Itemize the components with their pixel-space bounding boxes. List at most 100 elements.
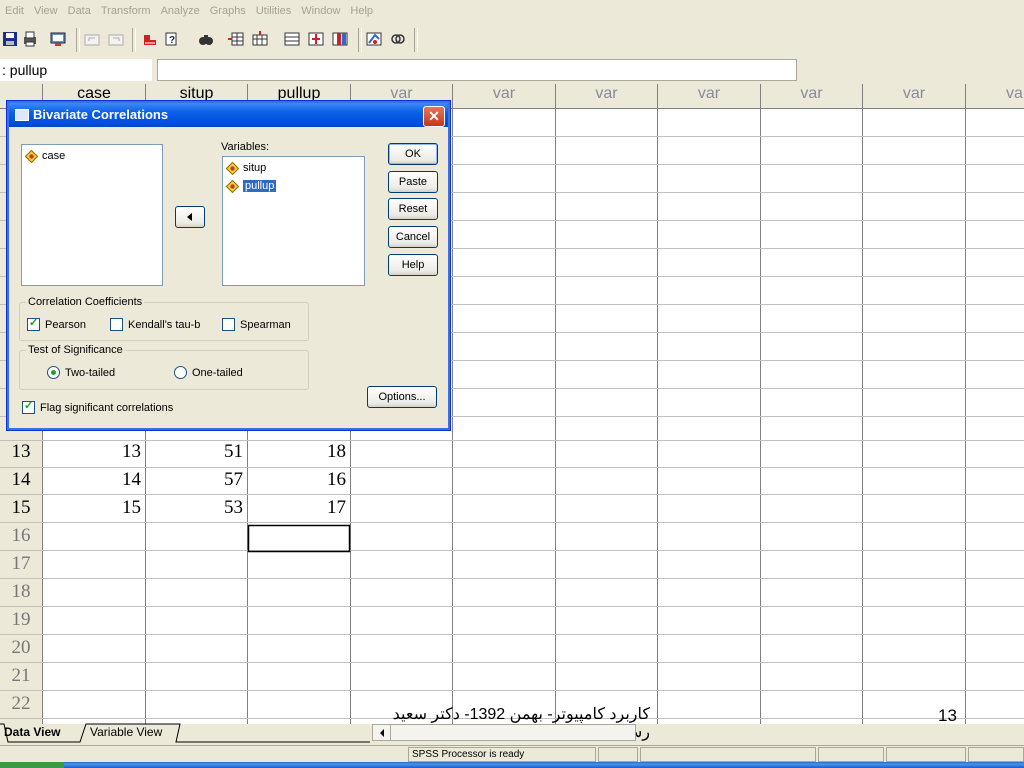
ok-button[interactable]: OK (388, 143, 438, 165)
row-header[interactable]: 22 (0, 693, 42, 715)
undo-icon[interactable] (82, 29, 102, 49)
cell-pullup[interactable]: 18 (248, 441, 350, 463)
cell-situp[interactable]: 51 (146, 441, 247, 463)
insert-case-icon[interactable] (226, 29, 246, 49)
variable-name: case (42, 150, 66, 162)
print-icon[interactable] (20, 29, 40, 49)
status-text: SPSS Processor is ready (408, 747, 596, 762)
row-header[interactable]: 16 (0, 525, 42, 547)
correlation-coefficients-group: Correlation Coefficients ✓ Pearson Kenda… (19, 296, 309, 341)
row-header[interactable]: 19 (0, 609, 42, 631)
dialog-recall-icon[interactable] (48, 29, 68, 49)
row-header[interactable]: 13 (0, 441, 42, 463)
goto-case-icon[interactable] (140, 29, 160, 49)
spearman-checkbox[interactable]: Spearman (222, 318, 291, 331)
window-icon (15, 109, 29, 121)
radio-dot-icon (51, 370, 56, 375)
kendall-checkbox[interactable]: Kendall's tau-b (110, 318, 200, 331)
help-button[interactable]: Help (388, 254, 438, 276)
cancel-button[interactable]: Cancel (388, 226, 438, 248)
dialog-title-bar[interactable]: Bivariate Correlations ✕ (9, 103, 448, 127)
scale-variable-icon (25, 149, 38, 163)
one-tailed-radio[interactable]: One-tailed (174, 366, 243, 379)
test-of-significance-group: Test of Significance Two-tailed One-tail… (19, 344, 309, 390)
cell-case[interactable]: 14 (43, 469, 145, 491)
menu-window[interactable]: Window (296, 5, 345, 17)
tab-variable-view[interactable]: Variable View (90, 725, 162, 739)
insert-variable-icon[interactable] (250, 29, 270, 49)
variables-icon[interactable]: ? (162, 29, 182, 49)
weight-cases-icon[interactable] (306, 29, 326, 49)
toolbar-separator (358, 28, 362, 52)
save-icon[interactable] (0, 29, 20, 49)
start-button[interactable] (0, 762, 64, 768)
menu-analyze[interactable]: Analyze (156, 5, 205, 17)
row-header[interactable]: 20 (0, 637, 42, 659)
paste-button[interactable]: Paste (388, 171, 438, 193)
row-header[interactable]: 17 (0, 553, 42, 575)
view-tabs: Data View Variable View (0, 723, 370, 745)
list-item-selected[interactable]: pullup (226, 178, 277, 194)
windows-taskbar (0, 762, 1024, 768)
find-icon[interactable] (196, 29, 216, 49)
two-tailed-radio[interactable]: Two-tailed (47, 366, 115, 379)
radio-label: Two-tailed (65, 366, 116, 379)
scroll-left-button[interactable] (373, 725, 391, 740)
column-header-var[interactable]: var (863, 84, 965, 108)
cell-situp[interactable]: 53 (146, 497, 247, 519)
menu-edit[interactable]: Edit (0, 5, 29, 17)
column-header-var[interactable]: var (453, 84, 555, 108)
flag-significant-checkbox[interactable]: ✓ Flag significant correlations (22, 400, 173, 414)
toolbar: ? (0, 26, 1024, 58)
cell-situp[interactable]: 57 (146, 469, 247, 491)
options-button[interactable]: Options... (367, 386, 437, 408)
menu-help[interactable]: Help (345, 5, 378, 17)
slide-page-number: 13 (938, 706, 957, 725)
pearson-checkbox[interactable]: ✓ Pearson (27, 317, 86, 331)
variable-name: situp (243, 162, 267, 174)
source-variable-list[interactable]: case (21, 144, 163, 286)
arrow-left-icon (379, 728, 384, 737)
list-item[interactable]: case (25, 148, 65, 164)
cell-case[interactable]: 13 (43, 441, 145, 463)
cell-reference-box[interactable]: : pullup (0, 59, 152, 81)
variables-label: Variables: (221, 141, 270, 153)
status-panel (640, 747, 816, 762)
cell-pullup[interactable]: 17 (248, 497, 350, 519)
menu-graphs[interactable]: Graphs (205, 5, 251, 17)
menu-view[interactable]: View (29, 5, 63, 17)
target-variable-list[interactable]: situp pullup (222, 156, 365, 286)
menu-utilities[interactable]: Utilities (251, 5, 296, 17)
split-file-icon[interactable] (282, 29, 302, 49)
value-labels-icon[interactable] (364, 29, 384, 49)
cell-case[interactable]: 15 (43, 497, 145, 519)
use-sets-icon[interactable] (388, 29, 408, 49)
dialog-title: Bivariate Correlations (33, 107, 169, 122)
menu-transform[interactable]: Transform (96, 5, 156, 17)
select-cases-icon[interactable] (330, 29, 350, 49)
row-header[interactable]: 15 (0, 497, 42, 519)
group-label: Test of Significance (26, 344, 125, 356)
radio-label: One-tailed (192, 366, 243, 379)
row-header[interactable]: 21 (0, 665, 42, 687)
toolbar-separator (414, 28, 418, 52)
column-header-var[interactable]: var (556, 84, 657, 108)
redo-icon[interactable] (106, 29, 126, 49)
list-item[interactable]: situp (226, 160, 266, 176)
status-panel (886, 747, 966, 762)
close-icon[interactable]: ✕ (423, 106, 445, 127)
reset-button[interactable]: Reset (388, 198, 438, 220)
column-header-var[interactable]: va (966, 84, 1024, 108)
column-header-var[interactable]: var (658, 84, 760, 108)
row-header[interactable]: 14 (0, 469, 42, 491)
menu-data[interactable]: Data (63, 5, 96, 17)
checkbox-label: Pearson (45, 318, 86, 331)
horizontal-scrollbar[interactable] (372, 724, 636, 741)
column-header-var[interactable]: var (761, 84, 862, 108)
move-variable-button[interactable] (175, 206, 205, 228)
status-panel (598, 747, 638, 762)
cell-value-editor[interactable] (157, 59, 797, 81)
cell-pullup[interactable]: 16 (248, 469, 350, 491)
row-header[interactable]: 18 (0, 581, 42, 603)
tab-data-view[interactable]: Data View (4, 725, 60, 739)
